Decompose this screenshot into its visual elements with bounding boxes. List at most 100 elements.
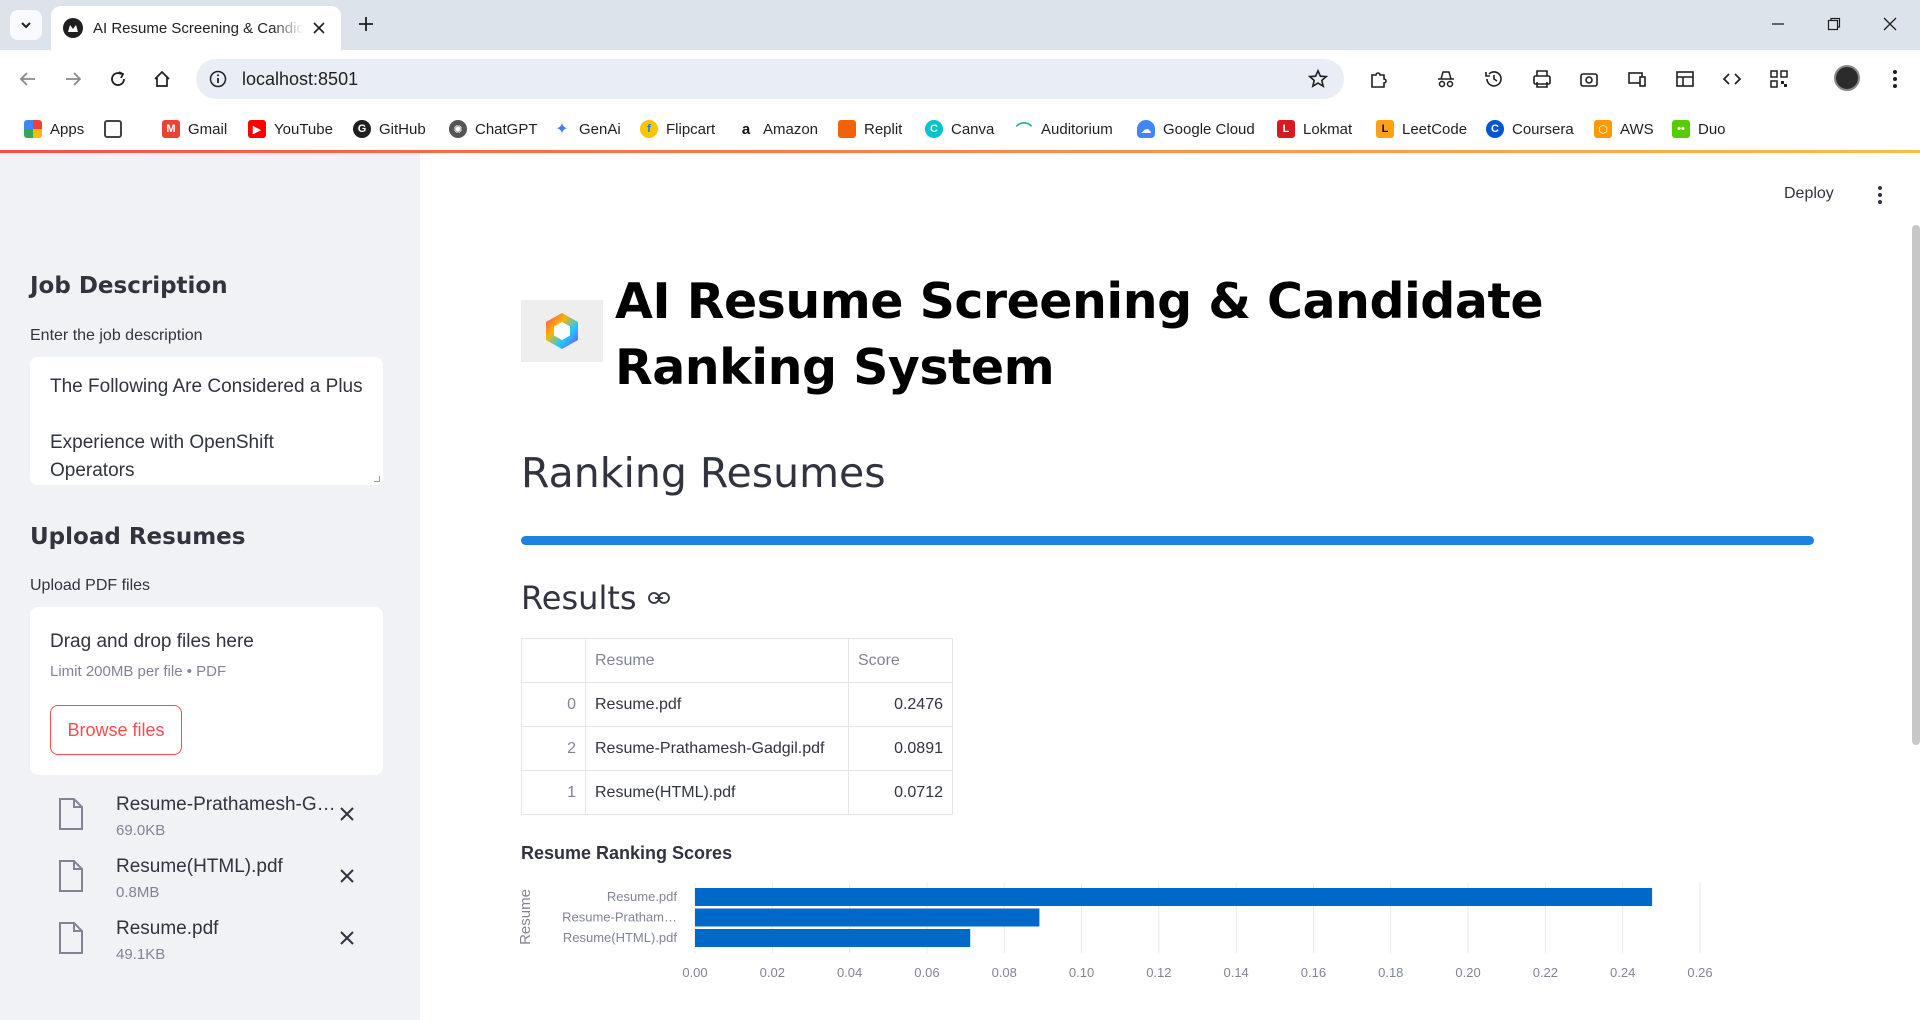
cast-devices-icon[interactable] <box>1622 64 1652 94</box>
youtube-icon: ▶ <box>248 120 266 138</box>
resume-cell[interactable]: Resume(HTML).pdf <box>585 770 849 815</box>
reading-mode-icon[interactable] <box>1670 64 1700 94</box>
bookmark-chatgpt[interactable]: ✺ ChatGPT <box>449 117 538 141</box>
column-header-index[interactable] <box>521 638 586 683</box>
score-cell[interactable]: 0.0891 <box>848 726 953 771</box>
row-index[interactable]: 0 <box>521 682 586 727</box>
back-arrow-icon[interactable] <box>13 64 43 94</box>
print-icon[interactable] <box>1527 64 1557 94</box>
column-header-score[interactable]: Score <box>848 638 953 683</box>
reload-icon[interactable] <box>103 64 133 94</box>
replit-icon <box>838 120 856 138</box>
tab-search-button[interactable] <box>10 10 42 40</box>
bookmark-star-icon[interactable] <box>1306 67 1330 91</box>
forward-arrow-icon[interactable] <box>58 64 88 94</box>
bookmark-amazon[interactable]: a Amazon <box>737 117 818 141</box>
devtools-code-icon[interactable] <box>1717 64 1747 94</box>
x-tick-label: 0.12 <box>1146 965 1171 980</box>
row-index[interactable]: 2 <box>521 726 586 771</box>
x-tick-label: 0.02 <box>760 965 785 980</box>
address-bar[interactable]: localhost:8501 <box>196 59 1344 99</box>
history-icon[interactable] <box>1479 64 1509 94</box>
browser-tab-active[interactable]: AI Resume Screening & Candidate Ranking … <box>51 6 341 50</box>
main-content: Deploy AI Resume Screening & Candidate R… <box>420 153 1920 1020</box>
hexagon-logo-icon <box>546 313 578 349</box>
resize-handle[interactable] <box>374 476 380 482</box>
table-header-row: Resume Score <box>521 638 953 683</box>
close-tab-icon[interactable] <box>311 20 327 36</box>
resume-cell[interactable]: Resume-Prathamesh-Gadgil.pdf <box>585 726 849 771</box>
chatgpt-icon: ✺ <box>449 120 467 138</box>
browse-files-button[interactable]: Browse files <box>50 705 182 755</box>
bookmark-leetcode[interactable]: L LeetCode <box>1376 117 1467 141</box>
lokmat-icon: L <box>1277 120 1295 138</box>
row-index[interactable]: 1 <box>521 770 586 815</box>
remove-file-icon[interactable] <box>335 926 359 950</box>
restore-icon[interactable] <box>1822 12 1846 36</box>
new-tab-plus-icon[interactable] <box>354 12 378 36</box>
auditorium-icon: ⌒ <box>1015 123 1032 140</box>
main-menu-kebab-icon[interactable] <box>1870 183 1890 207</box>
x-tick-label: 0.04 <box>837 965 862 980</box>
bookmark-gmail[interactable]: M Gmail <box>162 117 227 141</box>
browser-menu-kebab-icon[interactable] <box>1880 64 1910 94</box>
job-text-line: Experience with OpenShift Operators <box>50 432 274 481</box>
incognito-icon[interactable] <box>1431 64 1461 94</box>
page-title: AI Resume Screening & Candidate Ranking … <box>615 273 1544 396</box>
x-tick-label: 0.22 <box>1533 965 1558 980</box>
anchor-link-icon[interactable] <box>647 586 671 610</box>
table-row: 2 Resume-Prathamesh-Gadgil.pdf 0.0891 <box>521 726 953 771</box>
gemini-sparkle-icon: ✦ <box>555 121 569 138</box>
grid-icon <box>104 120 122 138</box>
results-dataframe[interactable]: Resume Score 0 Resume.pdf 0.2476 2 Resum… <box>521 638 953 815</box>
score-cell[interactable]: 0.2476 <box>848 682 953 727</box>
profile-avatar[interactable] <box>1834 65 1860 91</box>
bookmark-github[interactable]: G GitHub <box>353 117 426 141</box>
qr-code-icon[interactable] <box>1764 64 1794 94</box>
bookmark-aws[interactable]: ⬡ AWS <box>1594 117 1654 141</box>
bookmark-grid[interactable] <box>104 117 130 141</box>
column-header-resume[interactable]: Resume <box>585 638 849 683</box>
chart-x-tick-labels: 0.00 0.02 0.04 0.06 0.08 0.10 0.12 0.14 0.16 0.18… <box>682 965 1712 980</box>
bookmark-canva[interactable]: C Canva <box>925 117 994 141</box>
uploaded-file-row: Resume.pdf 49.1KB <box>30 914 383 970</box>
x-tick-label: 0.26 <box>1687 965 1712 980</box>
chart-title: Resume Ranking Scores <box>521 843 733 863</box>
home-icon[interactable] <box>147 64 177 94</box>
score-cell[interactable]: 0.0712 <box>848 770 953 815</box>
job-description-heading: Job Description <box>30 273 228 299</box>
job-description-textarea[interactable]: The Following Are Considered a Plus Expe… <box>30 357 383 485</box>
ranking-heading: Ranking Resumes <box>521 449 886 497</box>
amazon-icon: a <box>737 120 755 138</box>
tab-title: AI Resume Screening & Candidate Ranking … <box>93 19 303 37</box>
google-cloud-icon: ☁ <box>1137 120 1155 138</box>
x-tick-label: 0.14 <box>1223 965 1248 980</box>
bookmark-genai[interactable]: ✦ GenAi <box>553 117 620 141</box>
window-close-icon[interactable] <box>1878 12 1902 36</box>
upload-resumes-heading: Upload Resumes <box>30 524 246 550</box>
extensions-puzzle-icon[interactable] <box>1364 64 1394 94</box>
bookmark-flipcart[interactable]: f Flipcart <box>640 117 715 141</box>
deploy-button[interactable]: Deploy <box>1784 185 1834 203</box>
bookmark-duo[interactable]: •• Duo <box>1672 117 1726 141</box>
bookmark-auditorium[interactable]: ⌒ Auditorium <box>1015 117 1113 141</box>
bookmark-lokmat[interactable]: L Lokmat <box>1277 117 1352 141</box>
bookmark-coursera[interactable]: C Coursera <box>1486 117 1574 141</box>
ranking-bar-chart[interactable]: Resume.pdf Resume-Pratham… Resume(HTML).pd… <box>515 873 1835 1020</box>
minimize-icon[interactable] <box>1766 12 1790 36</box>
progress-bar-fill <box>521 536 1814 545</box>
bookmark-replit[interactable]: Replit <box>838 117 902 141</box>
site-info-icon[interactable] <box>206 67 230 91</box>
screenshot-camera-icon[interactable] <box>1574 64 1604 94</box>
bookmark-apps[interactable]: Apps <box>24 117 84 141</box>
dropzone-limit: Limit 200MB per file • PDF <box>50 663 227 680</box>
file-name: Resume-Prathamesh-Gadgil.pdf <box>116 794 336 815</box>
file-dropzone[interactable]: Drag and drop files here Limit 200MB per… <box>30 607 383 775</box>
remove-file-icon[interactable] <box>335 864 359 888</box>
main-scrollbar[interactable] <box>1912 225 1920 745</box>
bookmark-google-cloud[interactable]: ☁ Google Cloud <box>1137 117 1255 141</box>
resume-cell[interactable]: Resume.pdf <box>585 682 849 727</box>
remove-file-icon[interactable] <box>335 802 359 826</box>
bookmark-youtube[interactable]: ▶ YouTube <box>248 117 333 141</box>
uploaded-file-row: Resume-Prathamesh-Gadgil.pdf 69.0KB <box>30 790 383 846</box>
